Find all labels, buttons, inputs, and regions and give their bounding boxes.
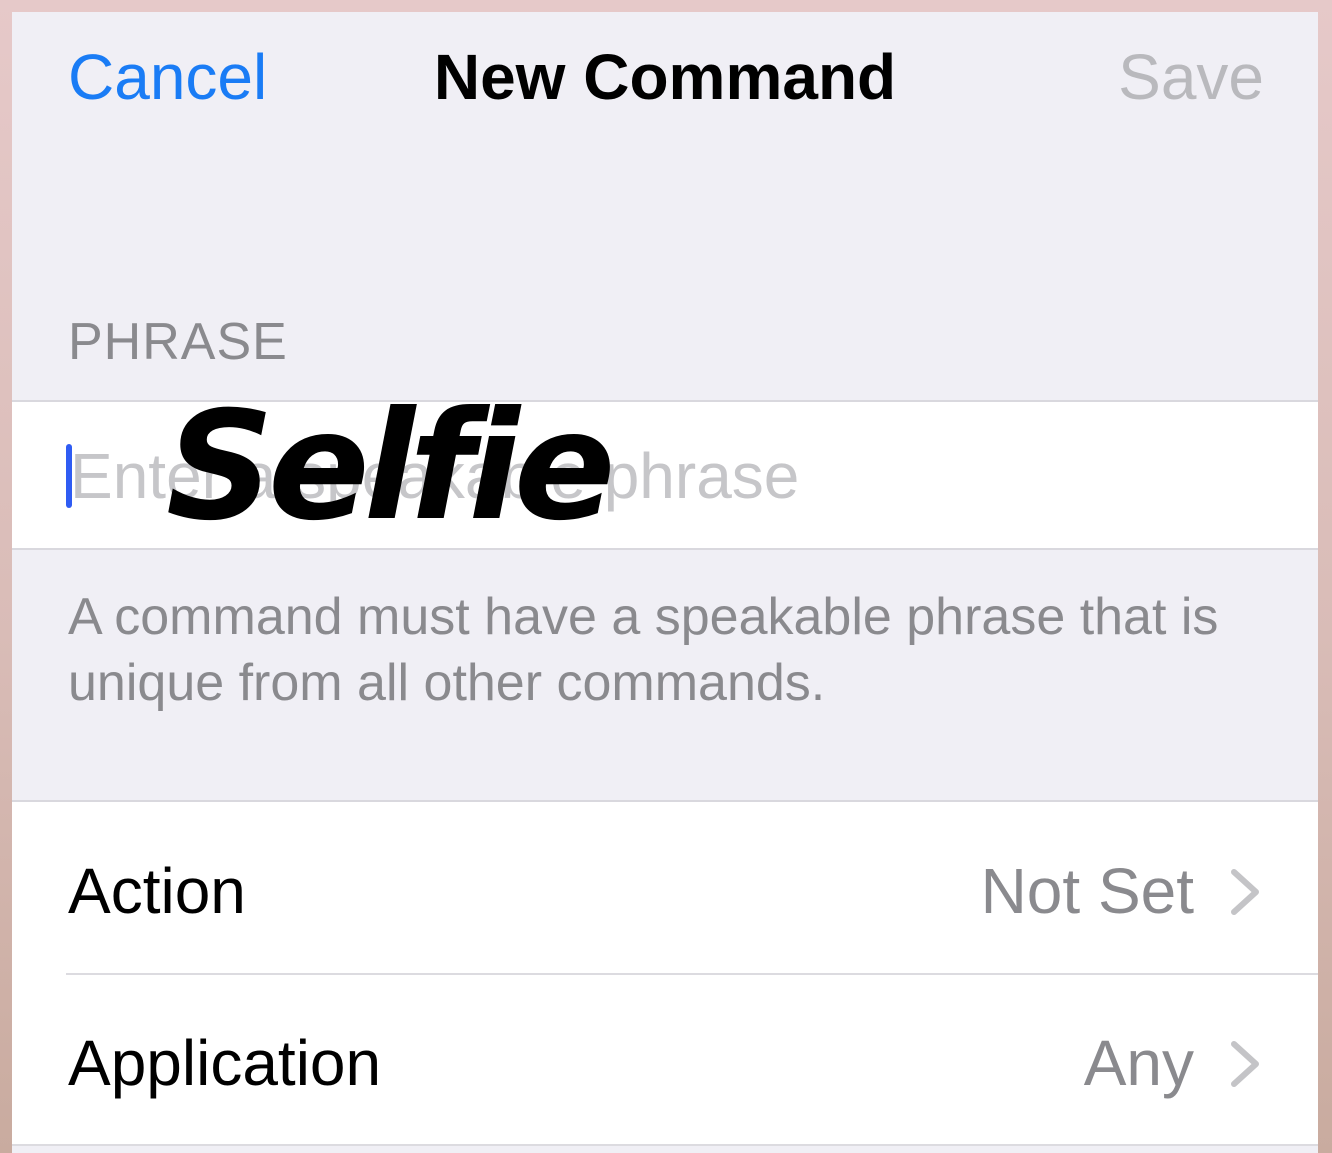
phrase-section-header: PHRASE xyxy=(68,313,288,371)
navigation-bar: Cancel New Command Save xyxy=(12,12,1318,152)
action-value: Not Set xyxy=(980,855,1194,927)
phrase-footer-note: A command must have a speakable phrase t… xyxy=(68,588,1219,712)
chevron-right-icon xyxy=(1231,1041,1259,1087)
save-button[interactable]: Save xyxy=(1118,42,1264,112)
action-label: Action xyxy=(68,855,246,927)
command-settings-group: Action Not Set Application Any xyxy=(12,800,1318,1146)
chevron-right-icon xyxy=(1231,869,1259,915)
application-label: Application xyxy=(68,1027,382,1099)
group-bottom-divider xyxy=(12,1144,1318,1146)
action-row[interactable]: Action Not Set xyxy=(12,802,1318,974)
phrase-input[interactable] xyxy=(68,428,1250,524)
phrase-input-row[interactable] xyxy=(12,400,1318,550)
application-row[interactable]: Application Any xyxy=(12,973,1318,1146)
new-command-screen: Cancel New Command Save PHRASE Selfie A … xyxy=(12,12,1318,1153)
row-divider xyxy=(66,973,1318,975)
application-value: Any xyxy=(1083,1027,1194,1099)
